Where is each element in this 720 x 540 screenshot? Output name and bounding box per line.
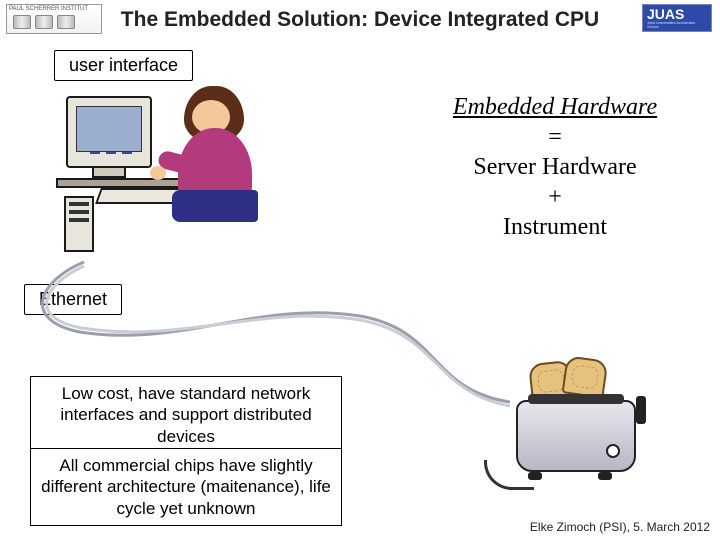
- juas-logo: JUAS Joint Universities Accelerator Scho…: [642, 4, 712, 32]
- monitor-icon: [66, 96, 152, 168]
- toaster-icon: [516, 400, 636, 472]
- slide-title: The Embedded Solution: Device Integrated…: [2, 8, 718, 32]
- toaster-dial: [606, 444, 620, 458]
- workstation-illustration: [60, 84, 270, 264]
- equation-plus: +: [415, 182, 695, 212]
- toast-icon: [562, 355, 609, 398]
- toaster-lever: [636, 396, 646, 424]
- label-ethernet: Ethernet: [24, 284, 122, 315]
- equation-block: Embedded Hardware = Server Hardware + In…: [415, 92, 695, 242]
- user-person-icon: [156, 86, 266, 256]
- equation-line-server: Server Hardware: [415, 152, 695, 182]
- toaster-cord: [484, 460, 534, 490]
- equation-equals: =: [415, 122, 695, 152]
- footer-credit: Elke Zimoch (PSI), 5. March 2012: [530, 520, 710, 534]
- callout-drawback: All commercial chips have slightly diffe…: [30, 448, 342, 526]
- callout-advantage: Low cost, have standard network interfac…: [30, 376, 342, 454]
- label-user-interface: user interface: [54, 50, 193, 81]
- equation-heading: Embedded Hardware: [415, 92, 695, 122]
- pc-tower-icon: [64, 196, 94, 252]
- juas-logo-sub: Joint Universities Accelerator School: [647, 21, 707, 29]
- equation-line-instrument: Instrument: [415, 212, 695, 242]
- header-bar: PAUL SCHERRER INSTITUT The Embedded Solu…: [2, 2, 718, 38]
- monitor-stand: [92, 168, 126, 178]
- toaster-illustration: [498, 352, 668, 502]
